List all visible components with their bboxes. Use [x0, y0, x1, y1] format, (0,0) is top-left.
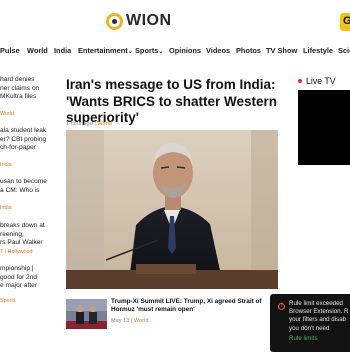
warning-icon: [278, 302, 285, 310]
secondary-article-title[interactable]: Trump-Xi Summit LIVE: Trump, Xi agreed S…: [111, 298, 279, 314]
logo-text: WION: [126, 12, 172, 29]
left-news-line: a CM: Who is: [0, 186, 40, 194]
rule-limits-link[interactable]: Rule limits: [289, 335, 318, 343]
header-g-button[interactable]: G: [340, 13, 350, 31]
summit-photo-illustration: [66, 299, 107, 329]
left-news-line: ch-for-paper: [0, 144, 36, 151]
left-news-line: usan to become: [0, 178, 47, 185]
notification-message: Rule limit exceeded Browser Extension. R…: [289, 300, 349, 332]
left-news-category[interactable]: Sports: [0, 298, 16, 304]
left-news-line: ala student leak: [0, 127, 47, 134]
nav-label-entertainment: Entertainment: [78, 46, 128, 55]
nav-item-pulse[interactable]: Pulse: [0, 46, 20, 55]
main-navigation: Pulse World India Entertainment⌄ Sports⌄…: [0, 46, 350, 62]
main-article-image[interactable]: [66, 130, 278, 289]
main-article-meta: 1 hour ago | World: [66, 121, 112, 127]
left-news-line: breaks down at: [0, 222, 45, 229]
left-news-line: mpionship |: [0, 265, 34, 272]
left-news-item[interactable]: ala student leak er? CBI probing ch-for-…: [0, 127, 50, 153]
left-news-line: MKultra files: [0, 93, 37, 100]
nav-item-opinions[interactable]: Opinions: [169, 46, 201, 55]
left-news-line: good for 2nd: [0, 273, 38, 281]
secondary-category-link[interactable]: World: [134, 318, 149, 324]
article-category-link[interactable]: World: [97, 121, 112, 127]
wion-logo-icon: [106, 12, 123, 30]
left-news-item[interactable]: breaks down at reening, rs Paul Walker: [0, 222, 50, 248]
nav-item-entertainment[interactable]: Entertainment⌄: [78, 46, 133, 55]
article-time: 1 hour ago: [66, 121, 93, 127]
wion-logo[interactable]: WION: [106, 12, 172, 30]
left-news-line: rs Paul Walker: [0, 239, 43, 246]
nav-item-india[interactable]: India: [54, 46, 71, 55]
main-article-title[interactable]: Iran's message to US from India: 'Wants …: [66, 77, 284, 127]
left-news-line: hard denies: [0, 76, 35, 83]
left-news-item[interactable]: usan to become a CM: Who is: [0, 178, 50, 195]
left-news-category[interactable]: India: [0, 205, 12, 211]
nav-item-photos[interactable]: Photos: [236, 46, 261, 55]
live-tv-label: Live TV: [306, 76, 336, 86]
nav-item-tv-show[interactable]: TV Show: [266, 46, 297, 55]
left-news-line: e major after: [0, 282, 38, 289]
nav-item-videos[interactable]: Videos: [206, 46, 230, 55]
left-news-item[interactable]: hard denies ner claims on MKultra files: [0, 76, 50, 102]
extension-notification: Rule limit exceeded Browser Extension. R…: [270, 294, 350, 352]
meta-separator: |: [130, 318, 133, 324]
site-header: WION G: [0, 0, 350, 42]
speaker-photo-illustration: [66, 130, 278, 289]
left-news-line: er? CBI probing: [0, 135, 47, 143]
nav-item-science[interactable]: Scie: [338, 46, 350, 55]
left-news-category[interactable]: World: [0, 111, 14, 117]
secondary-article-thumbnail[interactable]: [66, 299, 107, 329]
nav-item-lifestyle[interactable]: Lifestyle: [303, 46, 333, 55]
nav-label-sports: Sports: [135, 46, 159, 55]
left-news-line: reening,: [0, 230, 24, 238]
nav-item-world[interactable]: World: [27, 46, 48, 55]
left-news-item[interactable]: mpionship | good for 2nd e major after: [0, 265, 50, 291]
left-news-line: ner claims on: [0, 84, 40, 92]
chevron-down-icon: ⌄: [127, 49, 133, 55]
secondary-article-meta: May 13 | World: [111, 318, 148, 324]
nav-item-sports[interactable]: Sports⌄: [135, 46, 163, 55]
live-tv-player[interactable]: [298, 90, 350, 165]
left-news-category[interactable]: T | Hollywood: [0, 249, 32, 255]
live-dot-icon: [298, 79, 302, 83]
chevron-down-icon: ⌄: [158, 49, 164, 55]
left-news-category[interactable]: India: [0, 162, 12, 168]
meta-separator: |: [94, 121, 96, 127]
header-badge-label: G: [343, 15, 350, 27]
secondary-article-date: May 13: [111, 318, 130, 324]
live-tv-heading[interactable]: Live TV: [298, 76, 336, 86]
